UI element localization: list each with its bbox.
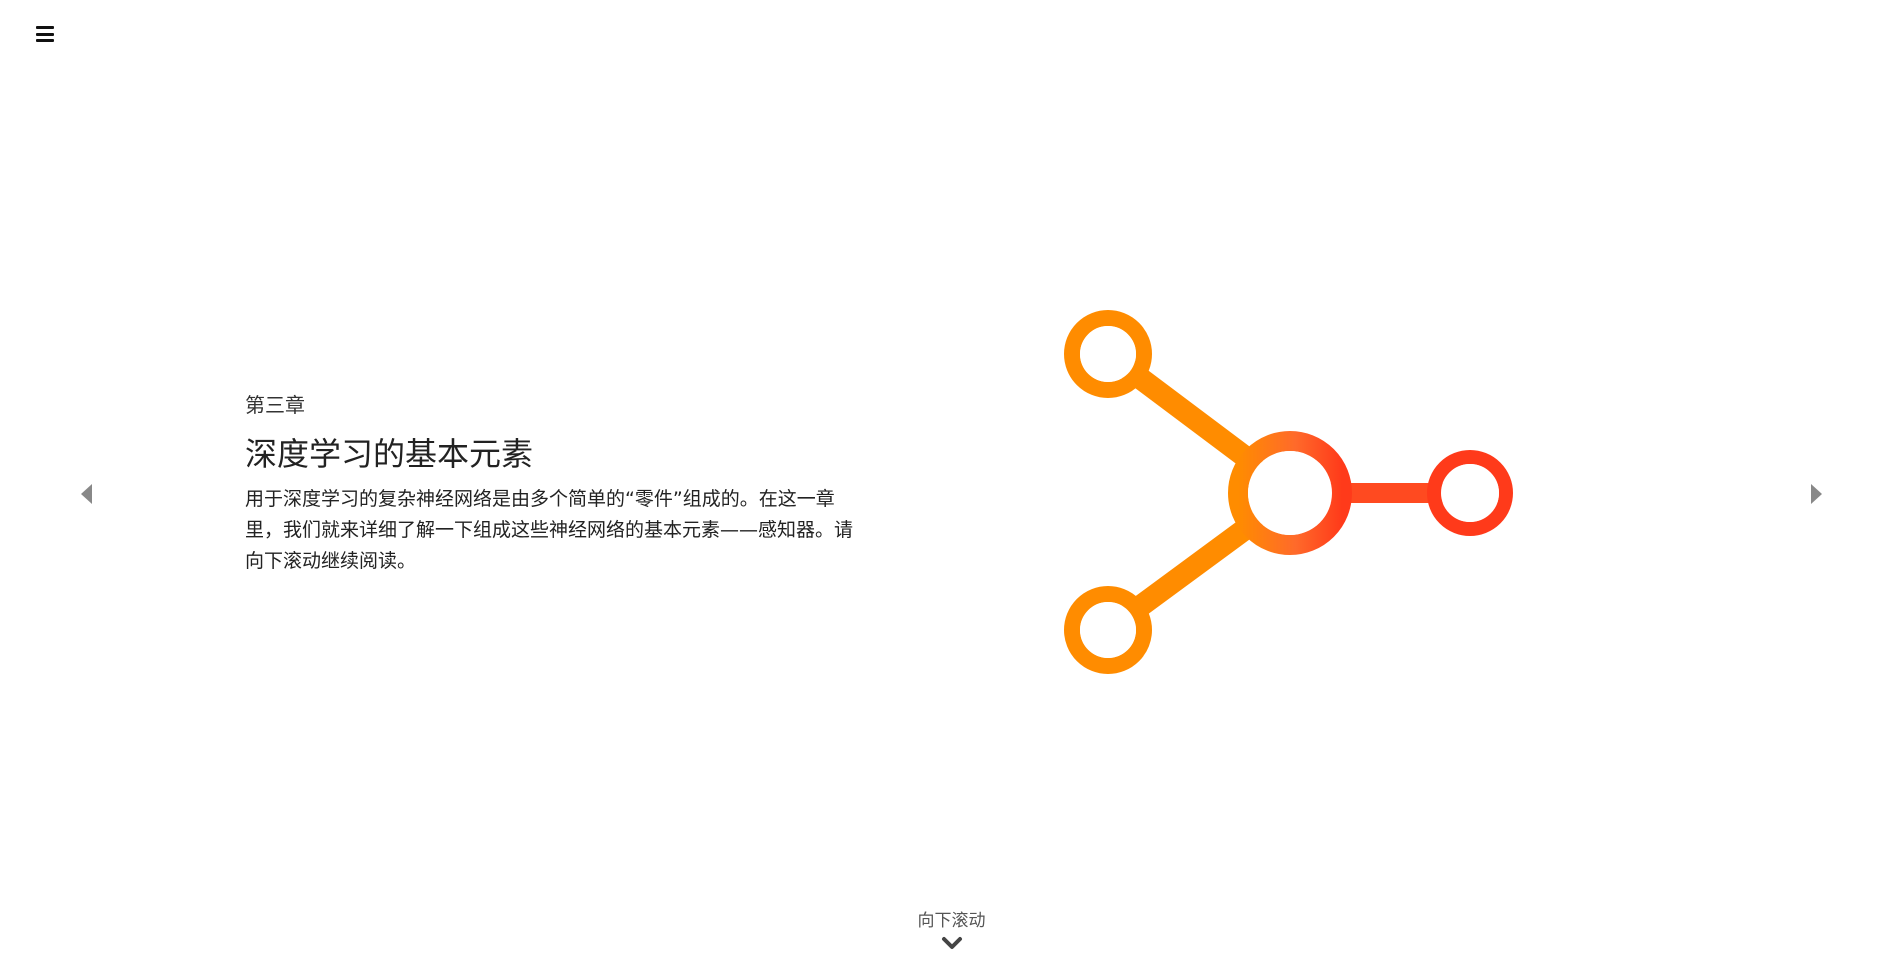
caret-left-icon [81, 484, 92, 504]
hamburger-menu-icon [36, 26, 54, 29]
scroll-down-label: 向下滚动 [917, 911, 986, 931]
chevron-down-icon [941, 937, 962, 949]
chapter-label: 第三章 [245, 393, 305, 417]
chapter-description: 用于深度学习的复杂神经网络是由多个简单的“零件”组成的。在这一章里，我们就来详细… [245, 488, 854, 572]
previous-chapter-button[interactable] [76, 480, 96, 508]
perceptron-graphic [1040, 290, 1540, 690]
chapter-title: 深度学习的基本元素 [245, 435, 534, 473]
next-chapter-button[interactable] [1807, 480, 1827, 508]
scroll-down-hint[interactable]: 向下滚动 [0, 910, 1903, 954]
chapter-intro: 第三章 深度学习的基本元素 用于深度学习的复杂神经网络是由多个简单的“零件”组成… [245, 392, 865, 577]
menu-button[interactable] [36, 24, 60, 44]
caret-right-icon [1811, 484, 1822, 504]
perceptron-network-icon [1064, 310, 1513, 674]
